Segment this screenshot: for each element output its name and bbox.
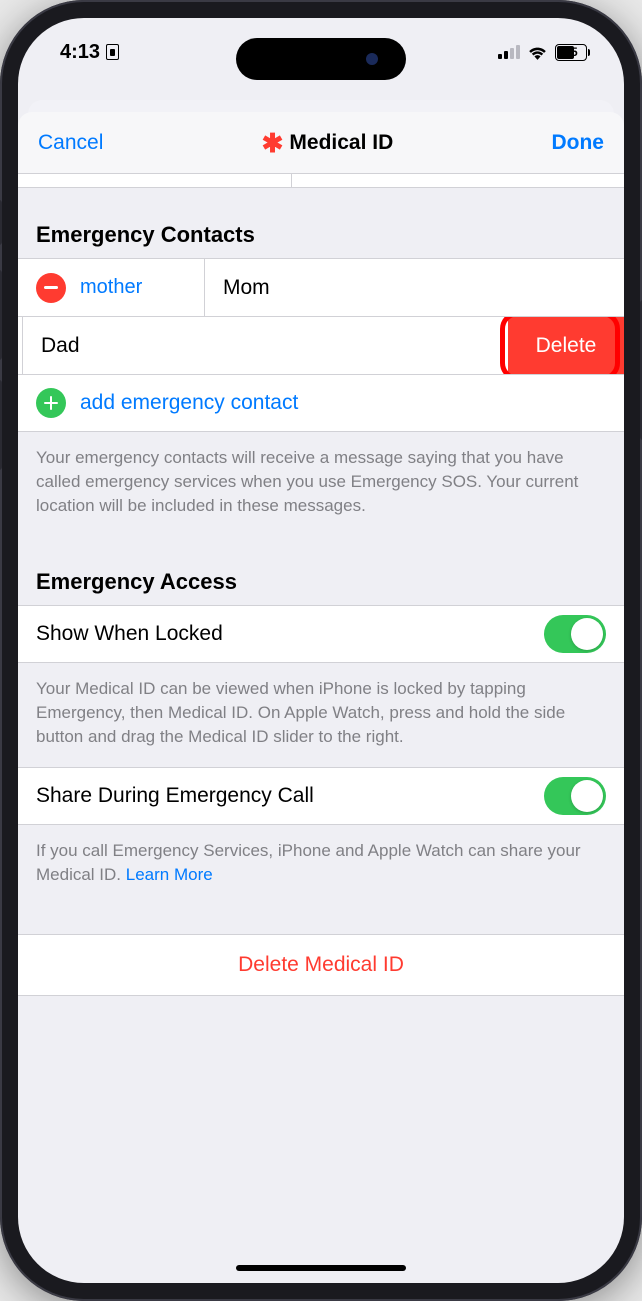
emergency-contacts-header: Emergency Contacts [18,188,624,258]
prev-section-edge [18,174,624,188]
add-contact-label[interactable]: add emergency contact [80,391,298,415]
cellular-signal-icon [498,45,520,59]
nav-header: Cancel ✱ Medical ID Done [18,112,624,174]
phone-frame: 4:13 55 Cancel ✱ Medical ID Done [0,0,642,1301]
delete-medical-id-button[interactable]: Delete Medical ID [18,934,624,996]
relationship-label[interactable]: mother [80,276,204,299]
battery-percent: 55 [564,45,577,59]
wifi-icon [527,44,548,60]
volume-up-button [0,270,2,360]
cancel-button[interactable]: Cancel [38,131,103,155]
home-indicator[interactable] [236,1265,406,1271]
show-when-locked-row: Show When Locked [18,605,624,663]
delete-contact-button[interactable]: Delete [508,317,624,374]
locked-footer-text: Your Medical ID can be viewed when iPhon… [18,663,624,766]
share-footer-text: If you call Emergency Services, iPhone a… [18,825,624,905]
contact-row-dad[interactable]: er Dad Delete [18,316,624,374]
add-contact-row[interactable]: add emergency contact [18,374,624,432]
screen: 4:13 55 Cancel ✱ Medical ID Done [18,18,624,1283]
status-time: 4:13 [60,41,100,64]
share-footer-body: If you call Emergency Services, iPhone a… [36,841,581,884]
show-when-locked-label: Show When Locked [36,622,223,646]
separator [204,259,205,316]
emergency-contacts-list: mother Mom er Dad Delete add emergency c [18,258,624,432]
side-button [0,200,2,245]
show-when-locked-toggle[interactable] [544,615,606,653]
contact-name: Mom [223,276,270,300]
contacts-footer-text: Your emergency contacts will receive a m… [18,432,624,535]
page-title-text: Medical ID [289,131,393,155]
battery-icon: 55 [555,44,590,61]
dynamic-island [236,38,406,80]
page-title: ✱ Medical ID [262,130,394,156]
medical-star-icon: ✱ [262,130,284,156]
done-button[interactable]: Done [551,131,604,155]
share-during-call-row: Share During Emergency Call [18,767,624,825]
volume-down-button [0,380,2,470]
separator [22,317,23,374]
emergency-access-header: Emergency Access [18,535,624,605]
add-icon[interactable] [36,388,66,418]
share-during-call-label: Share During Emergency Call [36,784,314,808]
share-during-call-toggle[interactable] [544,777,606,815]
remove-contact-button[interactable] [36,273,66,303]
id-card-icon [106,44,119,60]
contact-name: Dad [41,334,504,358]
learn-more-link[interactable]: Learn More [126,865,213,884]
contact-row-mom[interactable]: mother Mom [18,258,624,316]
